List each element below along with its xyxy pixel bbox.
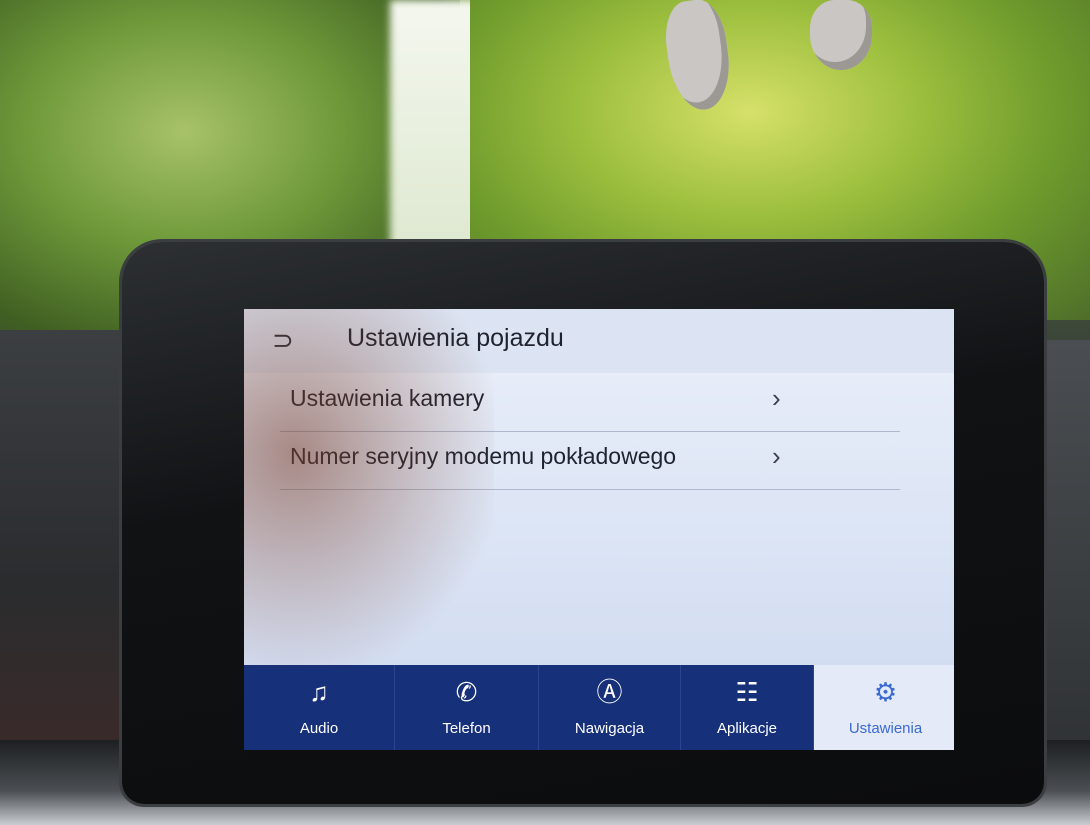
back-arrow-icon[interactable]: ⊃ (272, 327, 302, 353)
music-note-icon: ♫ (309, 677, 329, 707)
nav-tab-label: Audio (299, 720, 339, 737)
page-title: Ustawienia pojazdu (347, 324, 564, 352)
list-item-camera-settings[interactable]: Ustawienia kamery › (280, 373, 900, 432)
title-bar: ⊃ Ustawienia pojazdu (244, 309, 954, 374)
nav-tab-label: Telefon (442, 720, 491, 737)
nav-tab-nawigacja[interactable]: Ⓐ Nawigacja (539, 665, 681, 750)
chevron-right-icon: › (772, 441, 781, 471)
list-item-label: Ustawienia kamery (290, 385, 485, 411)
nav-tab-label: Aplikacje (716, 720, 778, 737)
nav-tab-ustawienia[interactable]: ⚙ Ustawienia (814, 665, 954, 750)
navigation-icon: Ⓐ (596, 677, 623, 707)
settings-list: Ustawienia kamery › Numer seryjny modemu… (244, 373, 954, 665)
nav-tab-label: Nawigacja (574, 720, 645, 737)
nav-tab-audio[interactable]: ♫ Audio (244, 665, 395, 750)
settings-gear-icon: ⚙ (873, 677, 898, 707)
apps-grid-icon: ☷ (735, 677, 759, 707)
infotainment-screen: ⊃ Ustawienia pojazdu Ustawienia kamery ›… (244, 309, 954, 750)
list-item-modem-serial[interactable]: Numer seryjny modemu pokładowego › (280, 431, 900, 490)
hanging-ornament (810, 0, 872, 70)
list-item-label: Numer seryjny modemu pokładowego (290, 443, 677, 469)
bottom-nav-bar: ♫ Audio ✆ Telefon Ⓐ Nawigacja ☷ Aplikacj… (244, 665, 954, 750)
nav-tab-telefon[interactable]: ✆ Telefon (395, 665, 539, 750)
nav-tab-aplikacje[interactable]: ☷ Aplikacje (681, 665, 814, 750)
chevron-right-icon: › (772, 383, 781, 413)
nav-tab-label: Ustawienia (848, 720, 923, 737)
phone-icon: ✆ (455, 677, 478, 707)
